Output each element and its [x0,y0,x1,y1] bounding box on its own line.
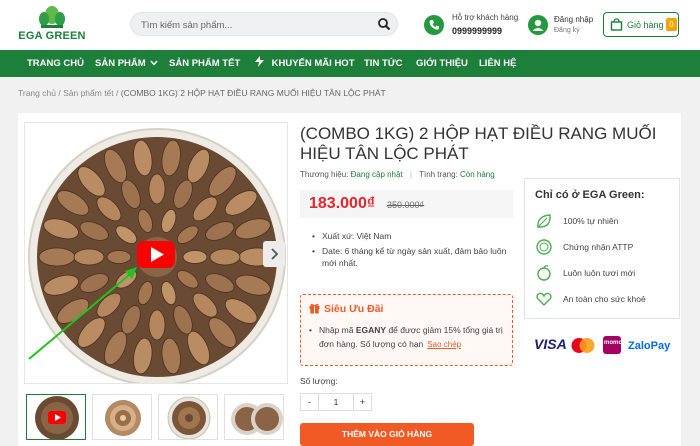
product-main-image[interactable] [24,122,288,384]
cart-button[interactable]: Giỏ hàng 0 [603,12,679,37]
breadcrumb-category[interactable]: Sản phẩm tết [63,88,114,98]
thumbnail-cashew-image [105,400,141,436]
certificate-icon [536,239,552,255]
detail-date: Date: 6 tháng kể từ ngày sản xuất, đảm b… [312,245,512,270]
nav-item-hot-promo-label: KHUYẾN MÃI HOT [271,58,355,69]
nav-item-tet-products[interactable]: SẢN PHẨM TẾT [169,50,240,77]
price-box: 183.000₫ 350.000₫ [300,190,513,218]
benefits-box: Chỉ có ở EGA Green: 100% tự nhiên Chứng … [524,178,680,319]
add-to-cart-button[interactable]: THÊM VÀO GIỎ HÀNG [300,423,474,446]
status-value: Còn hàng [460,170,495,179]
cashew-jar-image [25,123,287,383]
hotline[interactable]: Hỗ trợ khách hàng 0999999999 [424,12,534,40]
chevron-right-icon [271,248,279,260]
hotline-number: 0999999999 [452,26,503,36]
momo-logo: momo [603,336,622,354]
zalopay-logo: ZaloPay [628,340,671,352]
thumbnail-3[interactable] [158,394,218,440]
register-link[interactable]: Đăng ký [554,27,580,34]
heart-health-icon [536,292,552,306]
leaf-icon [537,214,551,228]
cart-count-badge: 0 [666,18,677,31]
thumbnail-1[interactable] [26,394,86,440]
breadcrumb-current: (COMBO 1KG) 2 HỘP HẠT ĐIỀU RANG MUỐI HIỆ… [120,88,386,98]
cart-label: Giỏ hàng [627,20,664,30]
thumbnail-video-image [35,396,79,439]
search-bar [130,12,398,36]
mastercard-logo [569,337,597,355]
thumbnail-jar-image [167,396,211,439]
brand-value[interactable]: Đang cập nhật [351,170,403,179]
visa-logo: VISA [534,336,567,352]
fresh-icon [537,265,551,281]
account[interactable]: Đăng nhập Đăng ký [528,12,598,40]
search-icon[interactable] [377,17,391,31]
search-input[interactable] [141,17,369,33]
sale-price: 183.000₫ [309,195,376,212]
product-details-list: Xuất xứ: Việt Nam Date: 6 tháng kể từ ng… [312,230,512,272]
nav-item-hot-promo[interactable]: KHUYẾN MÃI HOT [255,50,355,77]
thumbnail-two-jars-image [231,403,283,435]
quantity-stepper: - + [300,393,372,411]
lightning-icon [255,56,264,67]
user-icon [528,15,548,35]
logo[interactable]: EGA GREEN [18,6,86,46]
nav-item-products-label: SẢN PHẨM [95,58,146,69]
nav-item-news[interactable]: TIN TỨC [364,50,403,77]
main-nav: TRANG CHỦ SẢN PHẨM SẢN PHẨM TẾT KHUYẾN M… [0,50,700,77]
nav-item-about[interactable]: GIỚI THIỆU [416,50,468,77]
breadcrumb-home[interactable]: Trang chủ [18,88,56,98]
original-price: 350.000₫ [387,200,425,210]
gift-icon [309,303,320,314]
quantity-input[interactable] [319,394,353,410]
phone-icon [424,15,444,35]
promo-code: EGANY [355,325,387,335]
product-meta: Thương hiệu: Đang cập nhật | Tình trạng:… [300,170,495,179]
promo-box: Siêu Ưu Đãi Nhập mã EGANY để được giảm 1… [300,294,513,366]
quantity-label: Số lượng: [300,376,338,386]
nav-item-contact[interactable]: LIÊN HỆ [479,50,516,77]
benefits-title: Chỉ có ở EGA Green: [535,189,645,201]
chevron-down-icon [150,60,158,66]
brand-label: Thương hiệu: [300,170,349,179]
quantity-minus-button[interactable]: - [301,394,319,410]
thumbnail-2[interactable] [92,394,152,440]
login-link[interactable]: Đăng nhập [554,15,593,24]
promo-text: Nhập mã EGANY để được giảm 15% tổng giá … [309,323,509,352]
site-header: EGA GREEN Hỗ trợ khách hàng 0999999999 Đ… [0,0,700,50]
thumbnail-4[interactable] [224,394,284,440]
nav-item-products[interactable]: SẢN PHẨM [95,50,158,77]
logo-trees-icon [39,6,65,28]
breadcrumb: Trang chủ / Sản phẩm tết / (COMBO 1KG) 2… [18,88,386,98]
copy-code-link[interactable]: Sao chép [427,340,461,349]
shopping-bag-icon [610,18,623,31]
status-label: Tình trạng: [419,170,458,179]
hotline-label: Hỗ trợ khách hàng [452,13,519,22]
quantity-plus-button[interactable]: + [353,394,371,410]
product-title: (COMBO 1KG) 2 HỘP HẠT ĐIỀU RANG MUỐI HIỆ… [300,124,657,163]
detail-origin: Xuất xứ: Việt Nam [312,230,512,243]
logo-text: EGA GREEN [18,30,86,42]
image-next-arrow[interactable] [263,241,285,267]
promo-title: Siêu Ưu Đãi [324,303,384,315]
nav-item-home[interactable]: TRANG CHỦ [27,50,84,77]
